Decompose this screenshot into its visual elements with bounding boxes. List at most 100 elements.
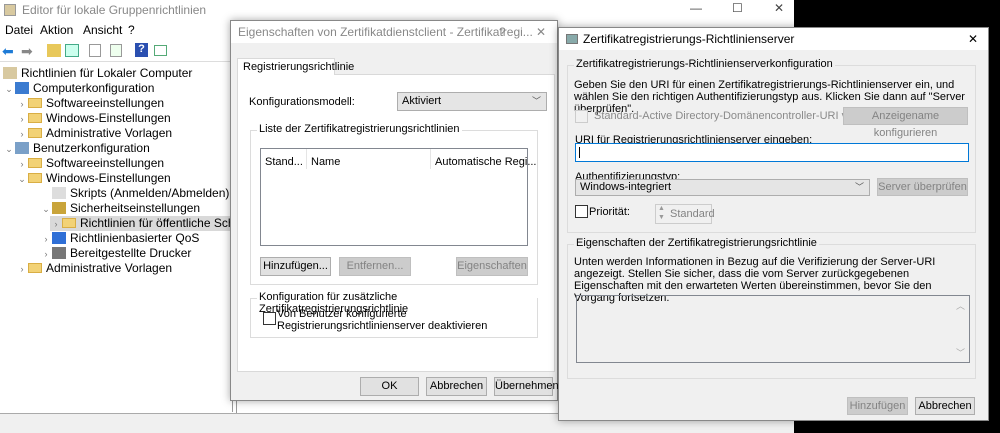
menu-aktion[interactable]: Aktion	[40, 23, 73, 37]
chevron-down-icon[interactable]: ⌄	[16, 172, 28, 187]
policy-list[interactable]: Stand... Name Automatische Regi...	[260, 148, 537, 246]
priority-spinner[interactable]: ▲ ▼ Standard	[655, 204, 715, 224]
add-server-button[interactable]: Hinzufügen	[847, 397, 908, 415]
column-header-standard[interactable]: Stand...	[265, 156, 303, 168]
configure-display-name-button[interactable]: Anzeigename konfigurieren	[843, 107, 968, 139]
tree-pane: Richtlinien für Lokaler Computer ⌄ Compute…	[0, 64, 263, 412]
tree-item-label: Sicherheitseinstellungen	[70, 201, 201, 215]
close-button[interactable]: ✕	[774, 1, 784, 15]
tree-item-label: Softwareeinstellungen	[46, 96, 165, 110]
tree-item[interactable]: ⌄ Benutzerkonfiguration	[3, 141, 150, 156]
chevron-down-icon: ﹀	[854, 182, 864, 192]
folder-icon	[28, 98, 42, 108]
folder-icon	[28, 263, 42, 273]
auth-type-select[interactable]: Windows-integriert ﹀	[575, 179, 870, 196]
folder-icon	[28, 173, 42, 183]
tree-item[interactable]: ⌄ Computerkonfiguration	[3, 81, 154, 96]
security-icon	[52, 202, 66, 214]
chevron-down-icon[interactable]: ⌄	[3, 142, 15, 157]
help-icon[interactable]: ?	[135, 43, 148, 57]
show-tree-icon[interactable]	[65, 44, 79, 57]
chevron-right-icon[interactable]: ›	[16, 127, 28, 142]
view-icon[interactable]	[154, 45, 167, 56]
policy-list-group-label: Liste der Zertifikatregistrierungsrichtl…	[257, 123, 462, 135]
tree-item[interactable]: › Windows-Einstellungen	[16, 111, 171, 126]
app-icon	[4, 4, 16, 16]
chevron-right-icon[interactable]: ›	[50, 217, 62, 232]
help-button[interactable]: ?	[499, 21, 506, 43]
script-icon	[52, 187, 66, 199]
extra-config-group: Konfiguration für zusätzliche Zertifikat…	[250, 291, 538, 338]
model-select[interactable]: Aktiviert ﹀	[397, 92, 547, 111]
spin-down-icon[interactable]: ▼	[658, 214, 665, 221]
user-icon	[15, 142, 29, 154]
tree-item[interactable]: › Softwareeinstellungen	[16, 96, 165, 112]
menu-help[interactable]: ?	[128, 23, 135, 37]
back-icon[interactable]: ⬅	[2, 43, 14, 60]
policy-list-group: Liste der Zertifikatregistrierungsrichtl…	[250, 123, 538, 285]
tree-item[interactable]: › Bereitgestellte Drucker	[40, 246, 192, 262]
uri-input[interactable]	[575, 143, 969, 162]
policy-properties-group-label: Eigenschaften der Zertifikatregistrierun…	[574, 237, 819, 249]
chevron-right-icon[interactable]: ›	[40, 247, 52, 262]
menu-datei[interactable]: Datei	[5, 23, 33, 37]
folder-icon	[28, 113, 42, 123]
chevron-right-icon[interactable]: ›	[16, 112, 28, 127]
policy-icon	[3, 67, 17, 79]
maximize-button[interactable]: ☐	[732, 1, 743, 15]
tree-item[interactable]: › Administrative Vorlagen	[16, 126, 173, 142]
dialog1-close-button[interactable]: ✕	[536, 21, 546, 43]
export-icon[interactable]	[110, 44, 122, 57]
priority-label: Priorität:	[589, 206, 630, 218]
priority-checkbox[interactable]	[575, 205, 588, 218]
tree-item[interactable]: › Richtlinienbasierter QoS	[40, 231, 200, 247]
verify-server-button[interactable]: Server überprüfen	[877, 178, 968, 196]
minimize-button[interactable]: —	[690, 1, 702, 15]
folder-icon	[62, 218, 76, 228]
policy-properties-button[interactable]: Eigenschaften	[456, 257, 528, 276]
scroll-down-icon[interactable]: ﹀	[956, 346, 965, 359]
tree-item[interactable]: ⌄ Windows-Einstellungen	[16, 171, 171, 186]
tree-item-label: Benutzerkonfiguration	[33, 141, 150, 155]
cancel-server-button[interactable]: Abbrechen	[915, 397, 975, 415]
tree-item[interactable]: › Softwareeinstellungen	[16, 156, 165, 172]
tree-item-label: Richtlinienbasierter QoS	[70, 231, 200, 245]
chevron-down-icon: ﹀	[531, 96, 541, 106]
tree-item-label: Administrative Vorlagen	[46, 126, 173, 140]
chevron-right-icon[interactable]: ›	[16, 157, 28, 172]
column-header-name[interactable]: Name	[311, 156, 340, 168]
tree-item[interactable]: Richtlinien für Lokaler Computer	[3, 66, 192, 81]
policy-properties-group: Eigenschaften der Zertifikatregistrierun…	[567, 237, 976, 379]
cancel-button[interactable]: Abbrechen	[426, 377, 487, 396]
chevron-right-icon[interactable]: ›	[40, 232, 52, 247]
up-folder-icon[interactable]	[47, 44, 61, 57]
chevron-down-icon[interactable]: ⌄	[40, 202, 52, 217]
tree-item[interactable]: Skripts (Anmelden/Abmelden)	[40, 186, 229, 201]
default-ad-uri-checkbox[interactable]	[575, 110, 588, 123]
remove-policy-button[interactable]: Entfernen...	[339, 257, 411, 276]
disable-user-servers-label: Von Benutzer konfigurierte Registrierung…	[277, 308, 488, 332]
chart-icon	[52, 232, 66, 244]
chevron-right-icon[interactable]: ›	[16, 262, 28, 277]
model-label: Konfigurationsmodell:	[249, 96, 355, 108]
tree-item[interactable]: ⌄ Sicherheitseinstellungen	[40, 201, 200, 216]
column-header-auto-registration[interactable]: Automatische Regi...	[435, 156, 537, 168]
ok-button[interactable]: OK	[360, 377, 419, 396]
disable-user-servers-checkbox[interactable]	[263, 312, 276, 325]
text-cursor	[579, 147, 580, 158]
chevron-right-icon[interactable]: ›	[16, 97, 28, 112]
scroll-up-icon[interactable]: ︿	[956, 299, 965, 312]
tree-item[interactable]: › Administrative Vorlagen	[16, 261, 173, 277]
menu-ansicht[interactable]: Ansicht	[83, 23, 122, 37]
apply-button[interactable]: Übernehmen	[494, 377, 559, 396]
tree-item-label: Richtlinien für Lokaler Computer	[21, 66, 193, 80]
forward-icon[interactable]: ➡	[21, 43, 33, 60]
model-value: Aktiviert	[402, 95, 442, 107]
spin-up-icon[interactable]: ▲	[658, 205, 665, 212]
properties-icon[interactable]	[89, 44, 101, 57]
add-policy-button[interactable]: Hinzufügen...	[260, 257, 331, 276]
properties-textarea[interactable]: ︿ ﹀	[576, 295, 970, 363]
chevron-down-icon[interactable]: ⌄	[3, 82, 15, 97]
tab-registrierungsrichtlinie[interactable]: Registrierungsrichtlinie	[237, 58, 354, 75]
dialog2-close-button[interactable]: ✕	[968, 28, 978, 50]
